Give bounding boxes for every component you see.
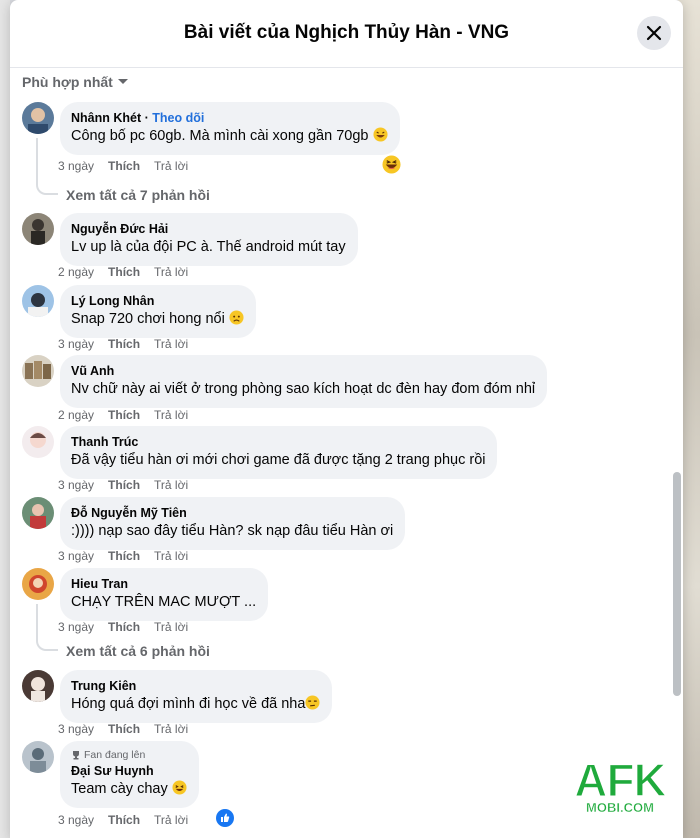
- sort-label: Phù hợp nhất: [22, 74, 113, 90]
- like-button[interactable]: Thích: [108, 620, 140, 634]
- sad-emoji-icon: [229, 310, 244, 325]
- like-button[interactable]: Thích: [108, 265, 140, 279]
- comment-author[interactable]: Đỗ Nguyễn Mỹ Tiên: [71, 505, 393, 521]
- dialog-header: Bài viết của Nghịch Thủy Hàn - VNG: [10, 0, 683, 68]
- comment-actions: 3 ngày Thích Trả lời: [58, 620, 188, 634]
- comment-author[interactable]: Nhânn Khét: [71, 111, 141, 125]
- svg-text:MOBI.COM: MOBI.COM: [586, 800, 654, 814]
- reply-button[interactable]: Trả lời: [154, 159, 188, 173]
- avatar[interactable]: [22, 497, 54, 529]
- avatar[interactable]: [22, 102, 54, 134]
- comment-text: Hóng quá đợi mình đi học về đã nha: [71, 696, 306, 712]
- comment-author[interactable]: Lý Long Nhân: [71, 293, 244, 309]
- like-button[interactable]: Thích: [108, 408, 140, 422]
- reply-button[interactable]: Trả lời: [154, 620, 188, 634]
- like-reaction-icon[interactable]: [216, 809, 234, 827]
- comment-time[interactable]: 3 ngày: [58, 337, 94, 351]
- reply-button[interactable]: Trả lời: [154, 337, 188, 351]
- comment-bubble: Trung Kiên Hóng quá đợi mình đi học về đ…: [60, 670, 333, 723]
- like-button[interactable]: Thích: [108, 478, 140, 492]
- scrollbar[interactable]: [673, 472, 681, 696]
- comment-text: Công bố pc 60gb. Mà mình cài xong gần 70…: [71, 128, 369, 144]
- comment-bubble: Nguyễn Đức Hải Lv up là của đội PC à. Th…: [60, 213, 358, 266]
- reply-button[interactable]: Trả lời: [154, 265, 188, 279]
- avatar[interactable]: [22, 355, 54, 387]
- comment-author[interactable]: Hieu Tran: [71, 576, 256, 592]
- comment-time[interactable]: 3 ngày: [58, 722, 94, 736]
- close-icon: [646, 25, 662, 41]
- comment-text: Team cày chay: [71, 781, 168, 797]
- comment-bubble: Fan đang lên Đại Sư Huynh Team cày chay: [60, 741, 199, 808]
- fan-badge: Fan đang lên: [71, 749, 187, 761]
- comment-author[interactable]: Nguyễn Đức Hải: [71, 221, 346, 237]
- comment-bubble: Nhânn Khét · Theo dõi Công bố pc 60gb. M…: [60, 102, 400, 155]
- grinning-sweat-emoji-icon: [172, 780, 187, 795]
- haha-reaction-icon[interactable]: [382, 155, 401, 174]
- comment-text: :)))) nạp sao đây tiểu Hàn? sk nạp đâu t…: [71, 523, 394, 539]
- comment-time[interactable]: 2 ngày: [58, 265, 94, 279]
- comment-author[interactable]: Trung Kiên: [71, 678, 320, 694]
- view-replies-link[interactable]: Xem tất cả 6 phản hồi: [66, 643, 210, 659]
- comment-text: Nv chữ này ai viết ở trong phòng sao kíc…: [71, 381, 536, 397]
- thread-connector: [36, 138, 58, 195]
- comment-text: CHẠY TRÊN MAC MƯỢT ...: [71, 594, 257, 610]
- like-button[interactable]: Thích: [108, 159, 140, 173]
- comment-time[interactable]: 3 ngày: [58, 478, 94, 492]
- unamused-emoji-icon: [305, 695, 320, 710]
- avatar[interactable]: [22, 426, 54, 458]
- view-replies-link[interactable]: Xem tất cả 7 phản hồi: [66, 187, 210, 203]
- thread-connector: [36, 604, 58, 651]
- reply-button[interactable]: Trả lời: [154, 478, 188, 492]
- reply-button[interactable]: Trả lời: [154, 813, 188, 827]
- reply-button[interactable]: Trả lời: [154, 408, 188, 422]
- afk-logo: AFK MOBI.COM: [573, 753, 668, 815]
- svg-text:AFK: AFK: [574, 754, 666, 806]
- comment-actions: 2 ngày Thích Trả lời: [58, 265, 188, 279]
- avatar[interactable]: [22, 568, 54, 600]
- like-button[interactable]: Thích: [108, 549, 140, 563]
- comment-actions: 3 ngày Thích Trả lời: [58, 813, 188, 827]
- comment-bubble: Đỗ Nguyễn Mỹ Tiên :)))) nạp sao đây tiểu…: [60, 497, 406, 550]
- comment-author[interactable]: Đại Sư Huynh: [71, 763, 187, 779]
- comment-bubble: Vũ Anh Nv chữ này ai viết ở trong phòng …: [60, 355, 548, 408]
- comment-actions: 3 ngày Thích Trả lời: [58, 722, 188, 736]
- comment-actions: 3 ngày Thích Trả lời: [58, 549, 188, 563]
- comment-actions: 3 ngày Thích Trả lời: [58, 337, 188, 351]
- avatar[interactable]: [22, 213, 54, 245]
- comment-time[interactable]: 2 ngày: [58, 408, 94, 422]
- afkmobi-watermark: AFK MOBI.COM: [570, 752, 670, 815]
- comment-author[interactable]: Thanh Trúc: [71, 434, 485, 450]
- like-button[interactable]: Thích: [108, 337, 140, 351]
- comment-text: Snap 720 chơi hong nổi: [71, 311, 225, 327]
- close-button[interactable]: [637, 16, 671, 50]
- comment-actions: 3 ngày Thích Trả lời: [58, 159, 188, 173]
- comment-time[interactable]: 3 ngày: [58, 620, 94, 634]
- post-dialog: Bài viết của Nghịch Thủy Hàn - VNG Phù h…: [10, 0, 683, 838]
- reply-button[interactable]: Trả lời: [154, 722, 188, 736]
- comment-bubble: Lý Long Nhân Snap 720 chơi hong nổi: [60, 285, 256, 338]
- badge-label: Fan đang lên: [84, 749, 146, 761]
- follow-link[interactable]: Theo dõi: [152, 111, 204, 125]
- like-button[interactable]: Thích: [108, 813, 140, 827]
- trophy-icon: [73, 751, 79, 760]
- sort-dropdown[interactable]: Phù hợp nhất: [22, 74, 129, 90]
- dialog-title: Bài viết của Nghịch Thủy Hàn - VNG: [183, 22, 510, 43]
- comment-time[interactable]: 3 ngày: [58, 159, 94, 173]
- comment-text: Lv up là của đội PC à. Thế android mút t…: [71, 239, 346, 255]
- laughing-emoji-icon: [372, 127, 388, 142]
- comment-actions: 3 ngày Thích Trả lời: [58, 478, 188, 492]
- comment-author[interactable]: Vũ Anh: [71, 363, 535, 379]
- comment-time[interactable]: 3 ngày: [58, 549, 94, 563]
- comment-bubble: Hieu Tran CHẠY TRÊN MAC MƯỢT ...: [60, 568, 269, 621]
- comment-text: Đã vậy tiểu hàn ơi mới chơi game đã được…: [71, 452, 486, 468]
- reply-button[interactable]: Trả lời: [154, 549, 188, 563]
- comment-actions: 2 ngày Thích Trả lời: [58, 408, 188, 422]
- comment-bubble: Thanh Trúc Đã vậy tiểu hàn ơi mới chơi g…: [60, 426, 498, 479]
- avatar[interactable]: [22, 285, 54, 317]
- avatar[interactable]: [22, 670, 54, 702]
- like-button[interactable]: Thích: [108, 722, 140, 736]
- comment-time[interactable]: 3 ngày: [58, 813, 94, 827]
- caret-down-icon: [117, 79, 128, 84]
- avatar[interactable]: [22, 741, 54, 773]
